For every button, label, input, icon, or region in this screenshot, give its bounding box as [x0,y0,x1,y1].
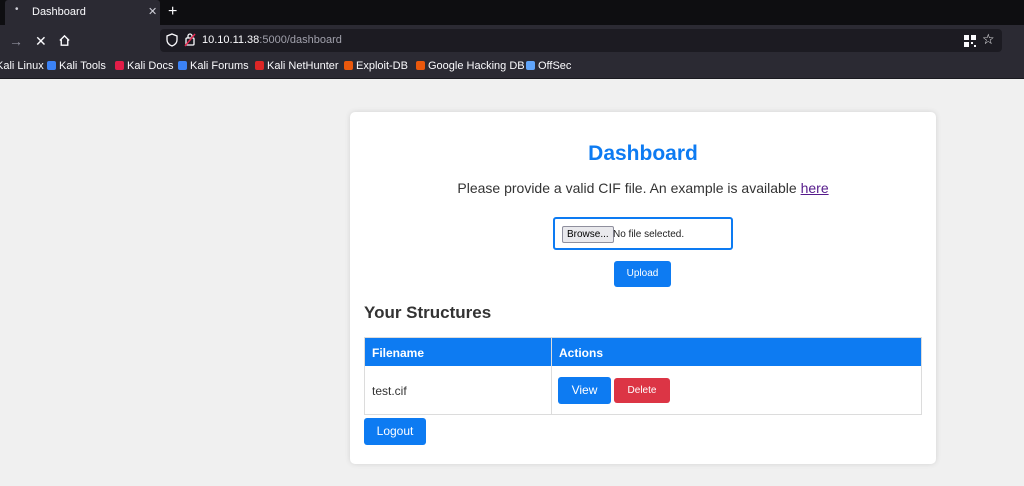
tab-dashboard[interactable]: • Dashboard ✕ [5,0,160,25]
bookmark-label: Kali Linux [0,60,44,72]
bookmark-kali-linux[interactable]: Kali Linux [0,60,44,72]
bookmark-label: Kali Docs [127,60,174,72]
dashboard-card: Dashboard Please provide a valid CIF fil… [350,112,936,464]
ghdb-icon [416,61,425,70]
insecure-lock-icon[interactable] [184,32,196,52]
browse-button[interactable]: Browse... [562,226,614,243]
shield-icon[interactable] [166,33,178,52]
bookmark-label: Kali NetHunter [267,60,339,72]
new-tab-icon[interactable]: + [168,3,177,21]
file-status: No file selected. [613,229,685,240]
upload-button[interactable]: Upload [614,261,671,287]
logout-button[interactable]: Logout [364,418,426,445]
bookmark-google-hacking-db[interactable]: Google Hacking DB [416,60,525,72]
table-row: test.cif View Delete [365,366,921,414]
page-title: Dashboard [588,142,698,165]
bookmark-label: Kali Forums [190,60,249,72]
home-icon[interactable] [58,34,71,50]
bookmark-offsec[interactable]: OffSec [526,60,571,72]
stop-icon[interactable]: ✕ [35,33,47,49]
url-bar[interactable]: 10.10.11.38:5000/dashboard ☆ [160,29,1002,52]
tab-bar: • Dashboard ✕ + [0,0,1024,25]
bookmark-label: Exploit-DB [356,60,408,72]
bookmark-exploit-db[interactable]: Exploit-DB [344,60,408,72]
delete-button[interactable]: Delete [614,378,670,403]
intro-sentence: Please provide a valid CIF file. An exam… [457,180,801,196]
kali-docs-icon [115,61,124,70]
exploit-db-icon [344,61,353,70]
nav-bar: → ✕ 10.10.11.38:5000/dashboard ☆ [0,25,1024,57]
bookmark-kali-nethunter[interactable]: Kali NetHunter [255,60,339,72]
kali-forums-icon [178,61,187,70]
table-header: Filename Actions [365,338,921,366]
structures-heading: Your Structures [364,303,492,322]
bookmarks-bar: Kali Linux Kali Tools Kali Docs Kali For… [0,57,1024,78]
bookmark-star-icon[interactable]: ☆ [982,31,995,48]
bookmark-kali-tools[interactable]: Kali Tools [47,60,106,72]
intro-text: Please provide a valid CIF file. An exam… [350,180,936,196]
header-actions: Actions [559,346,604,360]
column-divider [551,338,552,366]
url-text: 10.10.11.38:5000/dashboard [202,34,342,46]
toolbar-divider [0,78,1024,79]
view-button[interactable]: View [558,377,611,404]
bookmark-label: Google Hacking DB [428,60,525,72]
bookmark-label: Kali Tools [59,60,106,72]
file-input[interactable]: Browse... No file selected. [553,217,733,250]
bookmark-kali-docs[interactable]: Kali Docs [115,60,173,72]
row-filename: test.cif [372,384,407,398]
url-path: :5000/dashboard [259,34,342,46]
kali-tools-icon [47,61,56,70]
kali-nethunter-icon [255,61,264,70]
url-host: 10.10.11.38 [202,34,260,46]
offsec-icon [526,61,535,70]
bookmark-kali-forums[interactable]: Kali Forums [178,60,249,72]
example-link[interactable]: here [801,180,829,196]
structures-table: Filename Actions test.cif View Delete [364,337,922,415]
forward-icon[interactable]: → [9,33,23,49]
tab-title: Dashboard [32,6,86,18]
qr-code-icon[interactable] [964,34,976,52]
column-divider [551,366,552,414]
header-filename: Filename [372,346,425,360]
close-tab-icon[interactable]: ✕ [148,5,157,18]
favicon-icon: • [15,4,19,15]
bookmark-label: OffSec [538,60,572,72]
